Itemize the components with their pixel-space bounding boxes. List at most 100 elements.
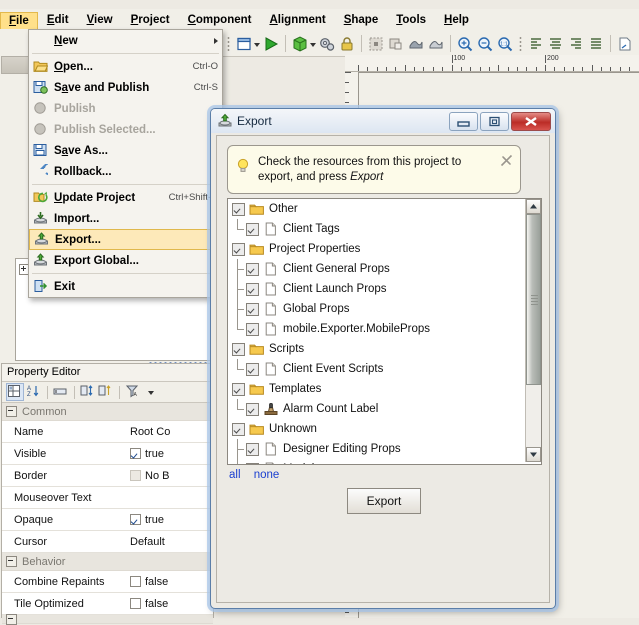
tree-item[interactable]: Client Event Scripts [228,359,525,379]
close-button[interactable] [511,112,551,131]
tree-item-checkbox[interactable] [232,383,245,396]
scroll-up-button[interactable] [526,199,541,214]
tree-item-checkbox[interactable] [246,463,259,466]
tree-item-checkbox[interactable] [246,363,259,376]
tree-item-checkbox[interactable] [232,423,245,436]
file-menu-item-open[interactable]: Open...Ctrl-O [29,56,222,77]
menubar-item-help[interactable]: Help [435,11,478,29]
page-icon[interactable] [616,35,634,53]
scrollbar-thumb[interactable] [526,214,541,385]
expand-rows-icon[interactable] [80,384,96,400]
tree-item[interactable]: Alarm Count Label [228,399,525,419]
tree-item-checkbox[interactable] [246,323,259,336]
property-value[interactable]: No B [126,470,213,482]
scroll-down-button[interactable] [526,447,541,462]
menubar-item-file[interactable]: File [0,12,38,29]
align-center-icon[interactable] [547,35,565,53]
package-dropdown-arrow[interactable] [310,36,317,52]
property-value[interactable]: Default [126,536,213,548]
menubar-item-component[interactable]: Component [179,11,261,29]
menubar-item-tools[interactable]: Tools [387,11,435,29]
tree-item[interactable]: Client General Props [228,259,525,279]
filter-icon[interactable]: A [125,384,141,400]
align-left-icon[interactable] [527,35,545,53]
zoom-out-icon[interactable] [476,35,494,53]
resource-tree-list[interactable]: OtherClient TagsProject PropertiesClient… [228,199,525,465]
file-menu-item-update-project[interactable]: Update ProjectCtrl+Shift-U [29,187,222,208]
property-row[interactable]: Combine Repaintsfalse [2,571,213,593]
gears-icon[interactable] [318,35,336,53]
property-row[interactable]: CursorDefault [2,531,213,553]
maximize-button[interactable] [480,112,509,131]
collapse-icon[interactable] [6,614,17,625]
collapse-icon[interactable] [6,556,17,567]
tree-item[interactable]: mobile.Exporter.MobileProps [228,319,525,339]
tree-item[interactable]: Templates [228,379,525,399]
package-icon[interactable] [291,35,309,53]
text-field-icon[interactable] [53,384,69,400]
new-window-dropdown-arrow[interactable] [254,36,261,52]
checkbox-icon[interactable] [130,598,141,609]
file-menu-item-exit[interactable]: Exit [29,276,222,297]
tree-item[interactable]: Unknown [228,419,525,439]
tree-item[interactable]: Client Launch Props [228,279,525,299]
tree-item-checkbox[interactable] [232,343,245,356]
property-filter-dropdown-arrow[interactable] [148,384,155,400]
property-value[interactable]: false [126,576,213,588]
tree-item-checkbox[interactable] [246,303,259,316]
tree-item[interactable]: Other [228,199,525,219]
categorized-view-icon[interactable] [6,383,24,401]
tree-item[interactable]: Global Props [228,299,525,319]
property-row[interactable]: BorderNo B [2,465,213,487]
dismiss-icon[interactable] [500,154,513,167]
property-grid[interactable]: CommonNameRoot CoVisibletrueBorderNo BMo… [2,403,213,624]
checkbox-icon[interactable] [130,514,141,525]
play-icon[interactable] [262,35,280,53]
tree-item-checkbox[interactable] [246,223,259,236]
file-menu-item-export-global[interactable]: Export Global... [29,250,222,271]
minimize-button[interactable] [449,112,478,131]
zoom-in-icon[interactable] [456,35,474,53]
tree-item-checkbox[interactable] [232,203,245,216]
zoom-reset-icon[interactable]: 1:1 [496,35,514,53]
tree-item[interactable]: Client Tags [228,219,525,239]
tree-item[interactable]: Scripts [228,339,525,359]
border-swatch-icon[interactable] [130,470,141,481]
file-menu-item-export[interactable]: Export... [29,229,222,250]
tree-scrollbar[interactable] [525,199,541,462]
tree-item[interactable]: Designer Editing Props [228,439,525,459]
file-menu-item-rollback[interactable]: Rollback... [29,161,222,182]
export-dialog-titlebar[interactable]: Export [211,109,555,133]
tree-item-checkbox[interactable] [232,243,245,256]
property-row[interactable]: NameRoot Co [2,421,213,443]
file-menu-item-import[interactable]: Import... [29,208,222,229]
menubar-item-alignment[interactable]: Alignment [260,11,334,29]
menubar-item-project[interactable]: Project [122,11,179,29]
tree-item-checkbox[interactable] [246,403,259,416]
property-group-common[interactable]: Common [2,403,213,421]
checkbox-icon[interactable] [130,448,141,459]
menubar-item-shape[interactable]: Shape [335,11,388,29]
resource-tree[interactable]: OtherClient TagsProject PropertiesClient… [227,198,542,465]
tree-item-checkbox[interactable] [246,283,259,296]
property-value[interactable]: true [126,514,213,526]
checkbox-icon[interactable] [130,576,141,587]
file-menu-dropdown[interactable]: NewOpen...Ctrl-OSave and PublishCtrl-SPu… [28,29,223,298]
tree-item[interactable]: Project Properties [228,239,525,259]
sort-alpha-icon[interactable]: AZ [26,384,42,400]
new-window-icon[interactable] [235,35,253,53]
select-none-link[interactable]: none [254,469,280,481]
export-button[interactable]: Export [347,488,421,514]
property-value[interactable]: Root Co [126,426,213,438]
lock-icon[interactable] [338,35,356,53]
menubar-item-edit[interactable]: Edit [38,11,78,29]
distribute-icon[interactable] [587,35,605,53]
file-menu-item-save-and-publish[interactable]: Save and PublishCtrl-S [29,77,222,98]
property-value[interactable]: true [126,448,213,460]
menubar-item-view[interactable]: View [78,11,122,29]
tree-item-checkbox[interactable] [246,263,259,276]
align-right-icon[interactable] [567,35,585,53]
tree-item-checkbox[interactable] [246,443,259,456]
export-dialog[interactable]: Export Check the resources from this pro… [210,108,556,609]
select-all-link[interactable]: all [229,469,241,481]
